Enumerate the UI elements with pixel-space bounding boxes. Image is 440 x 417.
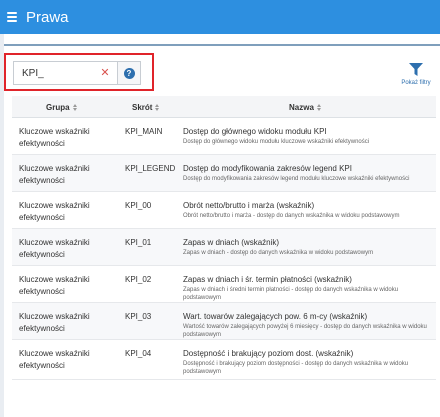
column-header-name[interactable]: Nazwa <box>289 103 321 112</box>
clear-icon[interactable]: ✕ <box>99 67 111 79</box>
column-header-group[interactable]: Grupa <box>46 103 77 112</box>
show-filters-button[interactable]: Pokaż filtry <box>396 63 436 91</box>
table-row[interactable]: Kluczowe wskaźniki efektywności KPI_01 Z… <box>12 229 436 266</box>
column-header-group-label: Grupa <box>46 103 70 112</box>
column-header-code-label: Skrót <box>132 103 153 112</box>
cell-group: Kluczowe wskaźniki efektywności <box>19 201 90 222</box>
table-header: Grupa Skrót Nazwa <box>12 96 436 118</box>
permission-title: Dostęp do głównego widoku modułu KPI <box>183 127 327 136</box>
permission-description: Dostęp do modyfikowania zakresów legend … <box>183 176 410 182</box>
permission-description: Obrót netto/brutto i marża - dostęp do d… <box>183 213 400 219</box>
permission-title: Wart. towarów zalegających pow. 6 m-cy (… <box>183 312 368 321</box>
table-row[interactable]: Kluczowe wskaźniki efektywności KPI_00 O… <box>12 192 436 229</box>
show-filters-label: Pokaż filtry <box>401 80 431 86</box>
sort-icon <box>72 104 77 111</box>
cell-name: Zapas w dniach (wskaźnik) Zapas w dniach… <box>183 237 433 257</box>
help-button[interactable]: ? <box>117 61 141 85</box>
cell-group: Kluczowe wskaźniki efektywności <box>19 312 90 333</box>
cell-name: Dostępność i brakujący poziom dost. (wsk… <box>183 348 433 376</box>
help-icon: ? <box>123 67 135 79</box>
permission-title: Obrót netto/brutto i marża (wskaźnik) <box>183 201 315 210</box>
table-row[interactable]: Kluczowe wskaźniki efektywności KPI_LEGE… <box>12 155 436 192</box>
filter-icon <box>409 63 423 76</box>
permission-description: Wartość towarów zalegających powyżej 6 m… <box>183 324 427 338</box>
cell-name: Dostęp do modyfikowania zakresów legend … <box>183 163 433 183</box>
cell-code: KPI_LEGEND <box>125 164 176 173</box>
sort-icon <box>316 104 321 111</box>
cell-code: KPI_04 <box>125 349 152 358</box>
permission-title: Zapas w dniach (wskaźnik) <box>183 238 280 247</box>
table-row[interactable]: Kluczowe wskaźniki efektywności KPI_02 Z… <box>12 266 436 303</box>
cell-name: Dostęp do głównego widoku modułu KPI Dos… <box>183 126 433 146</box>
cell-group: Kluczowe wskaźniki efektywności <box>19 275 90 296</box>
table-row[interactable]: Kluczowe wskaźniki efektywności KPI_03 W… <box>12 303 436 340</box>
cell-group: Kluczowe wskaźniki efektywności <box>19 164 90 185</box>
cell-name: Obrót netto/brutto i marża (wskaźnik) Ob… <box>183 200 433 220</box>
cell-code: KPI_01 <box>125 238 152 247</box>
app-header: Prawa <box>0 0 440 34</box>
menu-icon[interactable] <box>7 12 17 22</box>
column-header-name-label: Nazwa <box>289 103 314 112</box>
search-box: ✕ ? <box>13 61 141 85</box>
permission-title: Zapas w dniach i śr. termin płatności (w… <box>183 275 352 284</box>
sort-icon <box>155 104 160 111</box>
cell-group: Kluczowe wskaźniki efektywności <box>19 127 90 148</box>
page-title: Prawa <box>26 8 69 26</box>
table-row[interactable]: Kluczowe wskaźniki efektywności KPI_MAIN… <box>12 118 436 155</box>
table-row[interactable]: Kluczowe wskaźniki efektywności KPI_04 D… <box>12 340 436 380</box>
permission-title: Dostępność i brakujący poziom dost. (wsk… <box>183 349 354 358</box>
panel-divider <box>4 44 440 46</box>
permission-description: Zapas w dniach - dostęp do danych wskaźn… <box>183 250 374 256</box>
cell-name: Wart. towarów zalegających pow. 6 m-cy (… <box>183 311 433 339</box>
permission-description: Dostęp do głównego widoku modułu kluczow… <box>183 139 370 145</box>
column-header-code[interactable]: Skrót <box>132 103 160 112</box>
cell-name: Zapas w dniach i śr. termin płatności (w… <box>183 274 433 302</box>
cell-code: KPI_03 <box>125 312 152 321</box>
cell-code: KPI_00 <box>125 201 152 210</box>
permission-description: Zapas w dniach i średni termin płatności… <box>183 287 399 301</box>
permission-title: Dostęp do modyfikowania zakresów legend … <box>183 164 352 173</box>
cell-group: Kluczowe wskaźniki efektywności <box>19 238 90 259</box>
cell-code: KPI_02 <box>125 275 152 284</box>
cell-group: Kluczowe wskaźniki efektywności <box>19 349 90 370</box>
permission-description: Dostępność i brakujący poziom dostępnośc… <box>183 361 409 375</box>
cell-code: KPI_MAIN <box>125 127 163 136</box>
